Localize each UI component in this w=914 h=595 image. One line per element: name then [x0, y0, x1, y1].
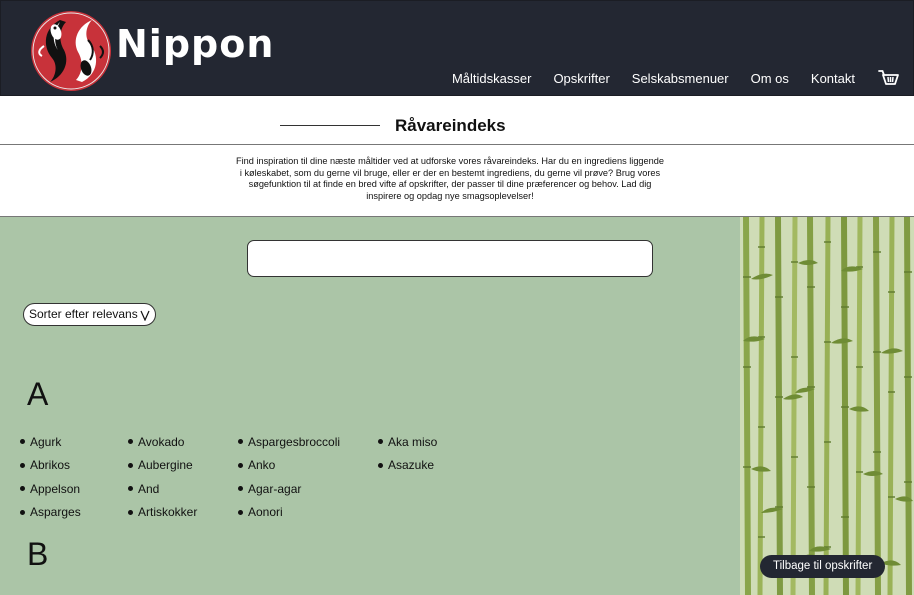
ingredient-name: Agar-agar	[248, 481, 302, 496]
ingredient-name: Appelson	[30, 481, 81, 496]
index-letter-b: B	[27, 536, 49, 572]
ingredient-item[interactable]: Avokado	[128, 430, 197, 454]
bullet-icon	[238, 486, 243, 492]
ingredient-name: Artiskokker	[138, 505, 198, 520]
intro-section: Find inspiration til dine næste måltider…	[0, 145, 914, 217]
ingredient-column-2: Avokado Aubergine And Artiskokker	[128, 430, 197, 524]
ingredient-column-4: Aka miso Asazuke	[378, 430, 437, 477]
ingredient-item[interactable]: Aspargesbroccoli	[238, 430, 340, 454]
bullet-icon	[238, 462, 243, 468]
nav-item-opskrifter[interactable]: Opskrifter	[553, 71, 609, 86]
page-title: Råvareindeks	[395, 116, 506, 135]
bullet-icon	[238, 509, 243, 515]
intro-text: Find inspiration til dine næste måltider…	[236, 156, 664, 201]
ingredient-name: Avokado	[138, 434, 185, 449]
ingredient-name: Asparges	[30, 505, 81, 520]
nav-item-om-os[interactable]: Om os	[751, 71, 789, 86]
ingredient-item[interactable]: And	[128, 477, 197, 501]
site-header: Nippon Måltidskasser Opskrifter Selskabs…	[0, 0, 914, 96]
bullet-icon	[20, 486, 25, 492]
nav-item-kontakt[interactable]: Kontakt	[811, 71, 855, 86]
ingredient-name: Aka miso	[388, 434, 438, 449]
bullet-icon	[128, 486, 133, 492]
search-input[interactable]	[247, 240, 653, 277]
ingredient-name: And	[138, 481, 160, 496]
chevron-down-icon	[140, 310, 150, 321]
ingredient-item[interactable]: Abrikos	[20, 454, 81, 478]
bullet-icon	[128, 439, 133, 445]
ingredient-name: Aonori	[248, 505, 283, 520]
bamboo-decoration-image	[740, 217, 914, 595]
ingredient-column-3: Aspargesbroccoli Anko Agar-agar Aonori	[238, 430, 340, 524]
sort-label: Sorter efter relevans	[29, 307, 138, 321]
ingredient-item[interactable]: Aka miso	[378, 430, 437, 454]
ingredient-item[interactable]: Agurk	[20, 430, 81, 454]
shopping-cart-icon[interactable]	[878, 67, 900, 89]
ingredient-name: Anko	[248, 458, 276, 473]
ingredient-item[interactable]: Asazuke	[378, 454, 437, 478]
bamboo-icon	[740, 217, 914, 595]
ingredient-item[interactable]: Asparges	[20, 501, 81, 525]
ingredient-item[interactable]: Aonori	[238, 501, 340, 525]
bullet-icon	[378, 462, 383, 468]
ingredient-item[interactable]: Appelson	[20, 477, 81, 501]
ingredient-index-section: Sorter efter relevans A Agurk Abrikos Ap…	[0, 217, 740, 595]
ingredient-item[interactable]: Anko	[238, 454, 340, 478]
ingredient-item[interactable]: Artiskokker	[128, 501, 197, 525]
sort-dropdown[interactable]: Sorter efter relevans	[23, 303, 156, 326]
bullet-icon	[128, 509, 133, 515]
koi-fish-logo-icon[interactable]	[30, 10, 112, 92]
bullet-icon	[20, 439, 25, 445]
ingredient-name: Aubergine	[138, 458, 193, 473]
nav-item-selskabsmenuer[interactable]: Selskabsmenuer	[632, 71, 729, 86]
page-title-bar: Råvareindeks	[0, 96, 914, 145]
brand-wordmark[interactable]: Nippon	[116, 25, 274, 63]
bullet-icon	[128, 462, 133, 468]
ingredient-column-1: Agurk Abrikos Appelson Asparges	[20, 430, 81, 524]
ingredient-name: Abrikos	[30, 458, 71, 473]
ingredient-name: Agurk	[30, 434, 62, 449]
ingredient-name: Asazuke	[388, 458, 435, 473]
back-to-recipes-button[interactable]: Tilbage til opskrifter	[760, 555, 886, 578]
ingredient-item[interactable]: Aubergine	[128, 454, 197, 478]
ingredient-name: Aspargesbroccoli	[248, 434, 341, 449]
bullet-icon	[238, 439, 243, 445]
bullet-icon	[378, 439, 383, 445]
main-navigation: Måltidskasser Opskrifter Selskabsmenuer …	[452, 71, 855, 86]
bullet-icon	[20, 462, 25, 468]
ingredient-item[interactable]: Agar-agar	[238, 477, 340, 501]
nav-item-maaltidskasser[interactable]: Måltidskasser	[452, 71, 531, 86]
index-letter-a: A	[27, 376, 49, 412]
title-divider-line	[280, 125, 380, 126]
bullet-icon	[20, 509, 25, 515]
